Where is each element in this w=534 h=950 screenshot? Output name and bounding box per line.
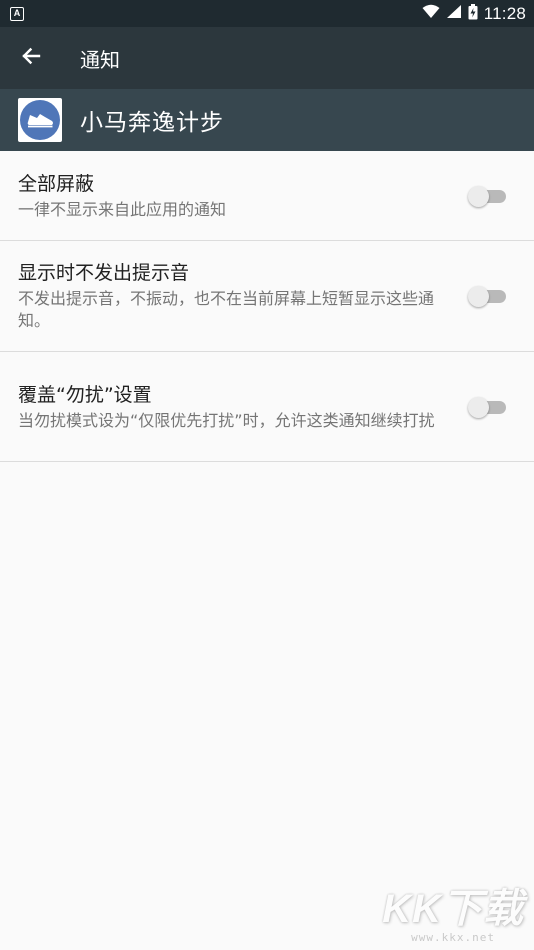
setting-title: 全部屏蔽 bbox=[18, 172, 95, 195]
silent-switch[interactable] bbox=[468, 284, 506, 308]
setting-block-all[interactable]: 全部屏蔽 一律不显示来自此应用的通知 bbox=[0, 151, 534, 241]
setting-text: 覆盖“勿扰”设置 当勿扰模式设为“仅限优先打扰”时，允许这类通知继续打扰 bbox=[18, 382, 468, 432]
shoe-icon bbox=[20, 100, 60, 140]
status-bar: A 11:28 bbox=[0, 0, 534, 27]
back-button[interactable] bbox=[0, 27, 62, 89]
setting-text: 显示时不发出提示音 不发出提示音，不振动，也不在当前屏幕上短暂显示这些通知。 bbox=[18, 260, 468, 332]
battery-icon bbox=[468, 3, 478, 24]
setting-summary: 当勿扰模式设为“仅限优先打扰”时，允许这类通知继续打扰 bbox=[18, 410, 435, 430]
status-left: A bbox=[10, 6, 24, 21]
app-header: 小马奔逸计步 bbox=[0, 89, 534, 151]
setting-silent[interactable]: 显示时不发出提示音 不发出提示音，不振动，也不在当前屏幕上短暂显示这些通知。 bbox=[0, 241, 534, 352]
watermark-logo: KK下载 bbox=[382, 887, 524, 931]
watermark-url: www.kkx.net bbox=[411, 931, 496, 944]
wifi-icon bbox=[422, 4, 440, 23]
setting-override-dnd[interactable]: 覆盖“勿扰”设置 当勿扰模式设为“仅限优先打扰”时，允许这类通知继续打扰 bbox=[0, 352, 534, 462]
watermark: KK下载 www.kkx.net bbox=[382, 887, 524, 944]
block-all-switch[interactable] bbox=[468, 184, 506, 208]
page-title: 通知 bbox=[80, 47, 120, 72]
setting-summary: 不发出提示音，不振动，也不在当前屏幕上短暂显示这些通知。 bbox=[18, 289, 435, 330]
settings-list: 全部屏蔽 一律不显示来自此应用的通知 显示时不发出提示音 不发出提示音，不振动，… bbox=[0, 151, 534, 462]
switch-thumb bbox=[468, 185, 489, 207]
setting-summary: 一律不显示来自此应用的通知 bbox=[18, 199, 227, 219]
notification-icon: A bbox=[10, 6, 24, 21]
switch-thumb bbox=[468, 286, 489, 307]
toolbar: 通知 bbox=[0, 27, 534, 89]
setting-title: 显示时不发出提示音 bbox=[18, 262, 190, 284]
app-name: 小马奔逸计步 bbox=[80, 110, 224, 136]
signal-icon bbox=[446, 4, 462, 23]
override-dnd-switch[interactable] bbox=[468, 395, 506, 419]
status-right: 11:28 bbox=[422, 3, 526, 24]
setting-text: 全部屏蔽 一律不显示来自此应用的通知 bbox=[18, 171, 468, 221]
switch-thumb bbox=[468, 396, 489, 418]
app-icon bbox=[18, 98, 62, 142]
status-time: 11:28 bbox=[483, 3, 526, 23]
arrow-back-icon bbox=[21, 46, 41, 70]
setting-title: 覆盖“勿扰”设置 bbox=[18, 383, 152, 406]
